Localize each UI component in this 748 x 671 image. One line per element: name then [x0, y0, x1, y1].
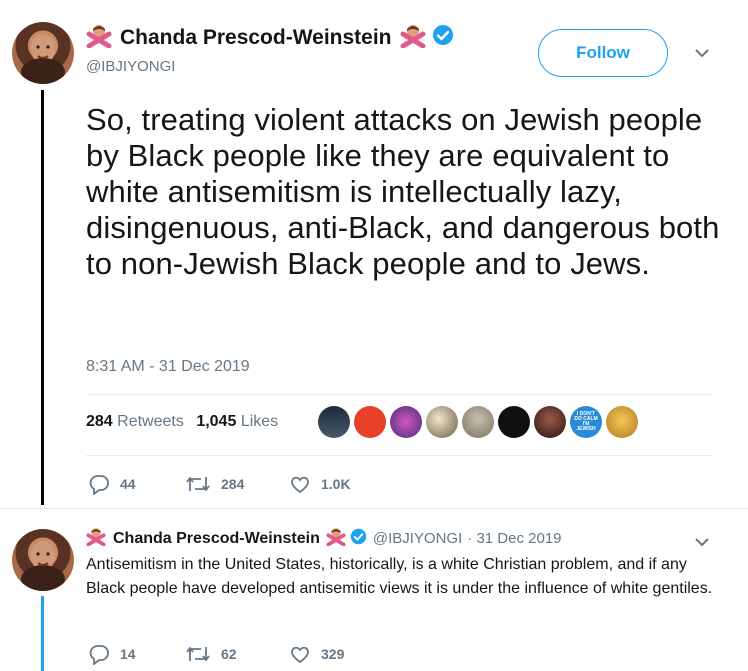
like-count: 329 [321, 646, 345, 662]
liker-avatar[interactable] [318, 406, 350, 438]
reply-author-line: Chanda Prescod-Weinstein @IBJIYONGI · 31… [86, 526, 562, 551]
reply-text: Antisemitism in the United States, histo… [86, 556, 713, 597]
liker-avatar[interactable] [426, 406, 458, 438]
retweet-icon [186, 646, 210, 662]
chevron-down-icon[interactable] [694, 535, 710, 553]
follow-button[interactable]: Follow [538, 29, 668, 77]
like-action[interactable]: 1.0K [289, 473, 351, 495]
person-gesturing-no-emoji [400, 22, 426, 53]
like-heart-icon [291, 646, 309, 664]
liker-avatar[interactable] [498, 406, 530, 438]
liker-badge-text: I DON'T DO CALM I'M JEWISH [574, 411, 598, 432]
divider [86, 394, 712, 395]
reply-count: 14 [120, 646, 136, 662]
tweet-text: So, treating violent attacks on Jewish p… [86, 102, 720, 281]
liker-avatar[interactable] [462, 406, 494, 438]
retweet-action[interactable]: 62 [185, 643, 237, 665]
engagement-stats: 284 Retweets 1,045 Likes [86, 413, 278, 431]
verified-badge-icon [432, 24, 454, 51]
retweets-stat[interactable]: 284 Retweets [86, 413, 184, 430]
liker-avatar[interactable] [606, 406, 638, 438]
reply-author-name[interactable]: Chanda Prescod-Weinstein [113, 530, 320, 548]
author-handle[interactable]: @IBJIYONGI [86, 58, 175, 75]
reply-author-avatar[interactable] [12, 529, 74, 591]
person-gesturing-no-emoji [326, 526, 346, 551]
retweet-count: 62 [221, 646, 237, 662]
reply-count: 44 [120, 476, 136, 492]
thread-line [41, 90, 44, 505]
retweet-action[interactable]: 284 [185, 473, 244, 495]
liker-avatar[interactable] [534, 406, 566, 438]
reply-author-handle[interactable]: @IBJIYONGI [373, 530, 462, 547]
author-line: Chanda Prescod-Weinstein [86, 22, 454, 53]
reply-action[interactable]: 44 [88, 473, 136, 495]
thread-line [41, 596, 44, 671]
divider [86, 455, 712, 456]
like-action[interactable]: 329 [289, 643, 344, 665]
avatar-portrait [21, 541, 65, 591]
person-gesturing-no-emoji [86, 22, 112, 53]
tweet-timestamp[interactable]: 8:31 AM - 31 Dec 2019 [86, 358, 250, 376]
liker-avatar[interactable] [354, 406, 386, 438]
retweet-icon [186, 476, 210, 492]
author-name[interactable]: Chanda Prescod-Weinstein [120, 26, 392, 50]
divider [0, 508, 748, 509]
reply-icon [89, 475, 109, 495]
liker-avatar[interactable] [390, 406, 422, 438]
chevron-down-icon[interactable] [694, 46, 710, 64]
reply-icon [89, 645, 109, 665]
person-gesturing-no-emoji [86, 526, 106, 551]
retweet-count: 284 [221, 476, 245, 492]
author-avatar[interactable] [12, 22, 74, 84]
verified-badge-icon [350, 528, 367, 550]
liker-avatar[interactable]: I DON'T DO CALM I'M JEWISH [570, 406, 602, 438]
like-heart-icon [291, 476, 309, 494]
avatar-portrait [21, 34, 65, 84]
reply-action[interactable]: 14 [88, 643, 136, 665]
likes-stat[interactable]: 1,045 Likes [196, 413, 278, 430]
like-count: 1.0K [321, 476, 351, 492]
reply-date[interactable]: · 31 Dec 2019 [467, 530, 561, 547]
